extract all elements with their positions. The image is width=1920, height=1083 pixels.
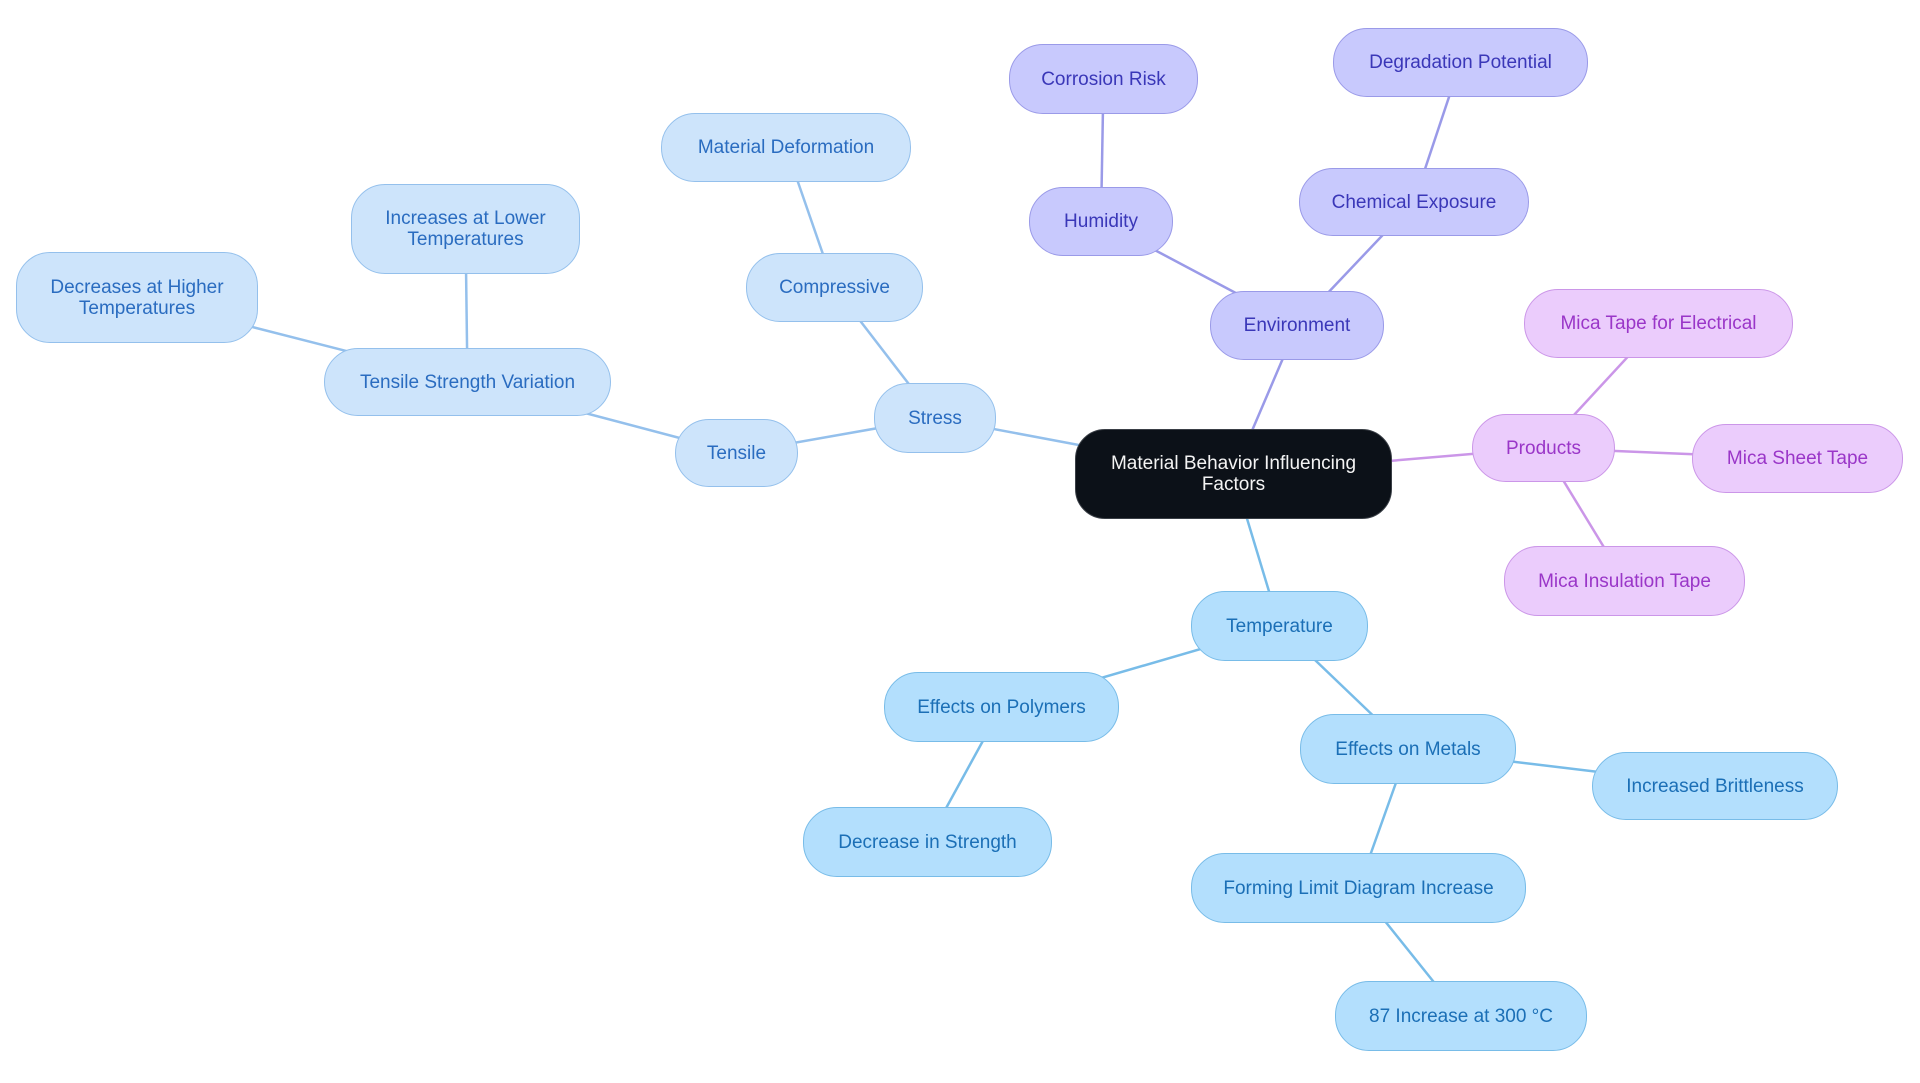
- node-effects-on-metals[interactable]: Effects on Metals: [1300, 714, 1516, 784]
- node-mica-sheet-tape[interactable]: Mica Sheet Tape: [1692, 424, 1903, 493]
- node-increased-brittleness[interactable]: Increased Brittleness: [1592, 752, 1838, 820]
- node-environment[interactable]: Environment: [1210, 291, 1384, 360]
- node-tensile-strength-variation[interactable]: Tensile Strength Variation: [324, 348, 611, 416]
- node-mica-insulation-tape[interactable]: Mica Insulation Tape: [1504, 546, 1745, 616]
- node-forming-limit-diagram-increase[interactable]: Forming Limit Diagram Increase: [1191, 853, 1526, 923]
- node-increases-at-lower-temperatures[interactable]: Increases at Lower Temperatures: [351, 184, 580, 274]
- node-decrease-in-strength[interactable]: Decrease in Strength: [803, 807, 1052, 877]
- node-corrosion-risk[interactable]: Corrosion Risk: [1009, 44, 1198, 114]
- node-compressive[interactable]: Compressive: [746, 253, 923, 322]
- node-material-deformation[interactable]: Material Deformation: [661, 113, 911, 182]
- node-products[interactable]: Products: [1472, 414, 1615, 482]
- node-stress[interactable]: Stress: [874, 383, 996, 453]
- node-87-increase-at-300c[interactable]: 87 Increase at 300 °C: [1335, 981, 1587, 1051]
- node-humidity[interactable]: Humidity: [1029, 187, 1173, 256]
- node-degradation-potential[interactable]: Degradation Potential: [1333, 28, 1588, 97]
- node-tensile[interactable]: Tensile: [675, 419, 798, 487]
- node-effects-on-polymers[interactable]: Effects on Polymers: [884, 672, 1119, 742]
- root-node[interactable]: Material Behavior Influencing Factors: [1075, 429, 1392, 519]
- node-chemical-exposure[interactable]: Chemical Exposure: [1299, 168, 1529, 236]
- node-temperature[interactable]: Temperature: [1191, 591, 1368, 661]
- node-mica-tape-for-electrical[interactable]: Mica Tape for Electrical: [1524, 289, 1793, 358]
- edges-layer: [136, 62, 1798, 1017]
- node-decreases-at-higher-temperatures[interactable]: Decreases at Higher Temperatures: [16, 252, 258, 343]
